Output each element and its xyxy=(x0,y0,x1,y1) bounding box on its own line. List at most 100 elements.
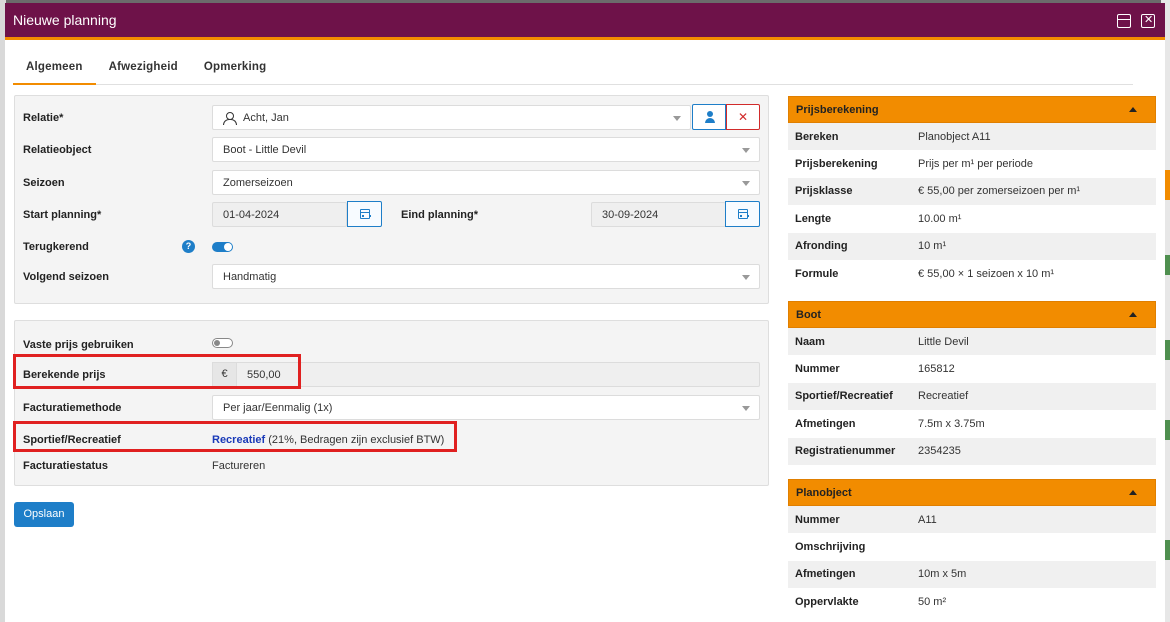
planobject-header[interactable]: Planobject xyxy=(788,479,1156,506)
vaste-prijs-label: Vaste prijs gebruiken xyxy=(23,339,134,351)
planobject-title: Planobject xyxy=(796,487,852,499)
calendar-icon xyxy=(360,209,371,219)
relatieobject-value: Boot - Little Devil xyxy=(223,143,307,156)
tab-algemeen[interactable]: Algemeen xyxy=(13,55,96,85)
chevron-down-icon xyxy=(742,406,750,411)
eind-planning-input[interactable]: 30-09-2024 xyxy=(591,202,726,227)
card-row-value: 10.00 m¹ xyxy=(918,212,962,225)
start-date-picker-button[interactable] xyxy=(347,201,382,227)
card-row: Lengte 10.00 m¹ xyxy=(788,205,1156,233)
eind-planning-value: 30-09-2024 xyxy=(602,208,659,221)
new-planning-dialog: Nieuwe planning ✕ Algemeen Afwezigheid O… xyxy=(5,3,1165,622)
tab-afwezigheid[interactable]: Afwezigheid xyxy=(96,55,191,85)
card-row-value: 10m x 5m xyxy=(918,568,967,581)
card-body: Bereken Planobject A11 Prijsberekening Pri… xyxy=(788,123,1156,288)
card-row-key: Prijsklasse xyxy=(795,185,853,198)
chevron-down-icon xyxy=(742,181,750,186)
card-row-value: 7.5m x 3.75m xyxy=(918,417,985,430)
card-row-key: Afronding xyxy=(795,240,848,253)
close-icon[interactable]: ✕ xyxy=(1141,14,1155,28)
calendar-icon xyxy=(738,209,749,219)
card-row-value: Planobject A11 xyxy=(918,130,991,143)
card-row-value: Prijs per m¹ per periode xyxy=(918,158,1033,171)
card-row-key: Nummer xyxy=(795,363,840,376)
card-row-key: Bereken xyxy=(795,130,839,143)
person-icon xyxy=(223,111,237,125)
card-body: Nummer A11 Omschrijving Afmetingen 10m x 5… xyxy=(788,506,1156,616)
card-body: Naam Little Devil Nummer 165812 Sportief/R… xyxy=(788,328,1156,465)
facturatiemethode-select[interactable]: Per jaar/Eenmalig (1x) xyxy=(212,395,760,420)
volgend-seizoen-select[interactable]: Handmatig xyxy=(212,264,760,289)
start-planning-input[interactable]: 01-04-2024 xyxy=(212,202,347,227)
collapse-icon xyxy=(1129,107,1137,112)
card-row: Prijsberekening Prijs per m¹ per periode xyxy=(788,150,1156,178)
collapse-icon xyxy=(1129,312,1137,317)
terugkerend-label: Terugkerend xyxy=(23,241,89,253)
card-row-key: Naam xyxy=(795,335,825,348)
dialog-title: Nieuwe planning xyxy=(13,12,117,28)
select-relatie-button[interactable] xyxy=(692,104,726,130)
card-row-key: Formule xyxy=(795,267,839,280)
end-date-picker-button[interactable] xyxy=(725,201,760,227)
volgend-seizoen-value: Handmatig xyxy=(223,270,277,283)
card-row-value: 10 m¹ xyxy=(918,240,947,253)
card-row: Omschrijving xyxy=(788,533,1156,561)
maximize-icon[interactable] xyxy=(1117,14,1131,28)
terugkerend-toggle[interactable] xyxy=(212,242,233,252)
boot-card: Boot Naam Little Devil Nummer 165812 Sport… xyxy=(788,301,1156,465)
card-row: Afmetingen 7.5m x 3.75m xyxy=(788,410,1156,438)
highlight-box-berekende-prijs xyxy=(13,354,301,389)
volgend-seizoen-label: Volgend seizoen xyxy=(23,271,109,283)
card-row: Bereken Planobject A11 xyxy=(788,123,1156,151)
start-planning-label: Start planning* xyxy=(23,209,102,221)
highlight-box-sportief-recreatief xyxy=(13,421,457,452)
seizoen-select[interactable]: Zomerseizoen xyxy=(212,170,760,195)
card-row: Naam Little Devil xyxy=(788,328,1156,356)
vaste-prijs-toggle[interactable] xyxy=(212,338,233,348)
tab-opmerking[interactable]: Opmerking xyxy=(191,55,280,85)
card-row: Nummer A11 xyxy=(788,506,1156,534)
relatie-select[interactable]: Acht, Jan xyxy=(212,105,691,130)
chevron-down-icon xyxy=(742,148,750,153)
help-icon[interactable]: ? xyxy=(182,240,195,253)
card-row: Formule € 55,00 × 1 seizoen x 10 m¹ xyxy=(788,259,1156,288)
card-row: Nummer 165812 xyxy=(788,355,1156,383)
relatieobject-label: Relatieobject xyxy=(23,144,92,156)
clear-relatie-button[interactable]: ✕ xyxy=(726,104,760,130)
collapse-icon xyxy=(1129,490,1137,495)
boot-header[interactable]: Boot xyxy=(788,301,1156,328)
card-row: Registratienummer 2354235 xyxy=(788,437,1156,465)
card-row-value: 2354235 xyxy=(918,445,961,458)
card-row: Oppervlakte 50 m² xyxy=(788,588,1156,616)
card-row-key: Oppervlakte xyxy=(795,595,859,608)
facturatiestatus-label: Facturatiestatus xyxy=(23,460,108,472)
pricing-panel: Vaste prijs gebruiken Berekende prijs € … xyxy=(14,320,769,486)
card-row-value: 50 m² xyxy=(918,595,947,608)
tab-bar: Algemeen Afwezigheid Opmerking xyxy=(13,55,1133,85)
planobject-card: Planobject Nummer A11 Omschrijving Afmeti… xyxy=(788,479,1156,616)
card-row-key: Afmetingen xyxy=(795,417,856,430)
save-button[interactable]: Opslaan xyxy=(14,502,74,527)
card-row-key: Lengte xyxy=(795,212,832,225)
user-icon xyxy=(705,111,715,123)
card-row: Prijsklasse € 55,00 per zomerseizoen per … xyxy=(788,177,1156,206)
card-row-value: 165812 xyxy=(918,363,955,376)
card-row-key: Afmetingen xyxy=(795,568,856,581)
boot-title: Boot xyxy=(796,309,822,321)
dialog-titlebar: Nieuwe planning ✕ xyxy=(5,3,1165,40)
prijsberekening-card: Prijsberekening Bereken Planobject A11 Pr… xyxy=(788,96,1156,288)
facturatiestatus-value: Factureren xyxy=(212,460,266,472)
card-row-value: A11 xyxy=(918,513,937,526)
card-row-key: Prijsberekening xyxy=(795,158,878,171)
prijsberekening-title: Prijsberekening xyxy=(796,104,879,116)
relatieobject-select[interactable]: Boot - Little Devil xyxy=(212,137,760,162)
berekende-prijs-input: 550,00 xyxy=(236,362,760,387)
card-row-value: Little Devil xyxy=(918,335,969,348)
chevron-down-icon xyxy=(673,116,681,121)
chevron-down-icon xyxy=(742,275,750,280)
card-row-key: Omschrijving xyxy=(795,541,866,554)
prijsberekening-header[interactable]: Prijsberekening xyxy=(788,96,1156,123)
seizoen-value: Zomerseizoen xyxy=(223,176,293,189)
card-row-key: Sportief/Recreatief xyxy=(795,390,893,403)
facturatiemethode-value: Per jaar/Eenmalig (1x) xyxy=(223,401,333,414)
